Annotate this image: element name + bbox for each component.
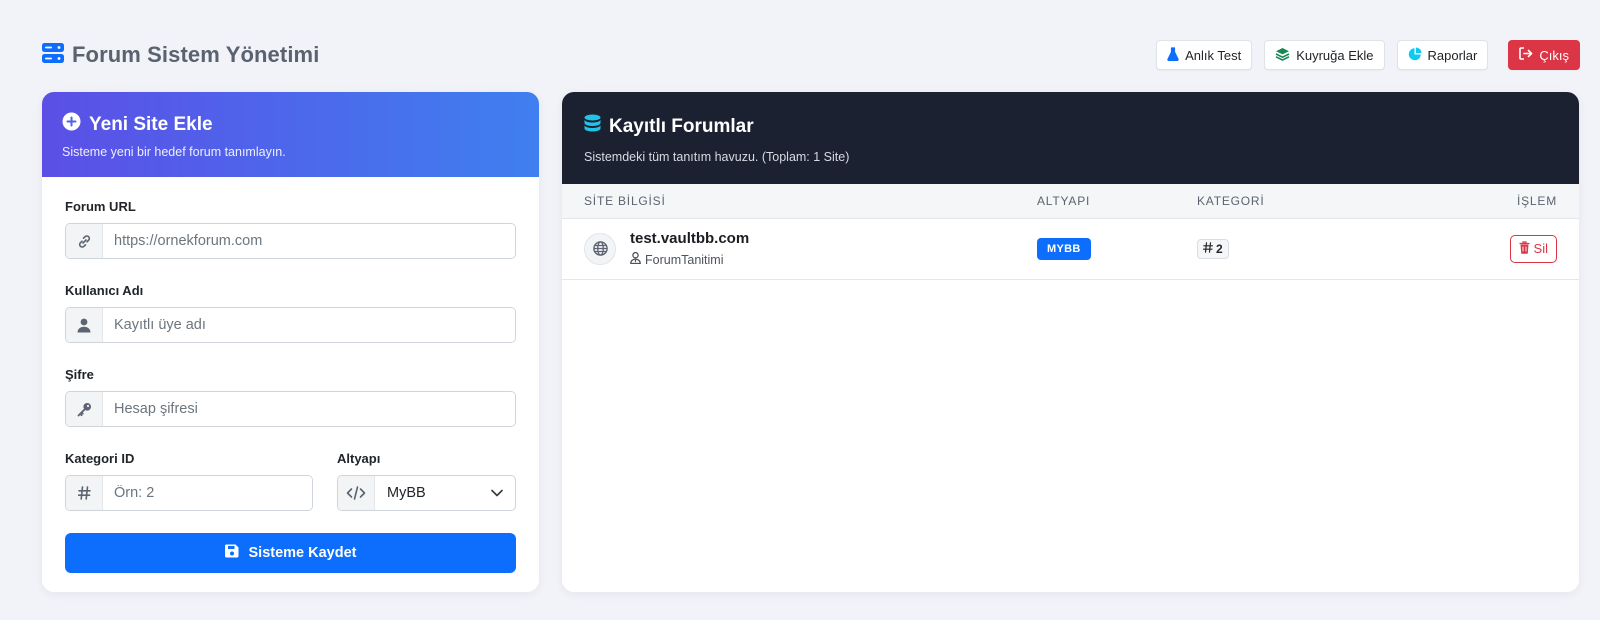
forums-subtitle: Sistemdeki tüm tanıtım havuzu. (Toplam: …: [584, 150, 850, 164]
column-category: KATEGORİ: [1197, 184, 1397, 219]
hashtag-icon: [66, 476, 103, 510]
table-row: test.vaultbb.com ForumTanitimi MYBB 2 Si…: [562, 218, 1579, 280]
forums-card: Kayıtlı Forumlar Sistemdeki tüm tanıtım …: [562, 92, 1579, 592]
brand: Forum Sistem Yönetimi: [42, 42, 319, 69]
flask-icon: [1167, 46, 1179, 64]
site-name: test.vaultbb.com: [630, 230, 750, 247]
logout-button[interactable]: Çıkış: [1508, 40, 1580, 70]
column-site-info: SİTE BİLGİSİ: [562, 184, 1037, 219]
category-input-group: [65, 475, 313, 511]
hashtag-icon: [1202, 241, 1213, 256]
delete-label: Sil: [1533, 241, 1548, 256]
reports-label: Raporlar: [1427, 47, 1478, 63]
password-label: Şifre: [65, 367, 94, 382]
instant-test-button[interactable]: Anlık Test: [1156, 40, 1253, 70]
save-label: Sisteme Kaydet: [248, 545, 357, 561]
link-icon: [66, 224, 103, 258]
delete-button[interactable]: Sil: [1509, 234, 1557, 263]
platform-col: Altyapı MyBB: [337, 451, 516, 533]
url-label: Forum URL: [65, 199, 136, 214]
save-button[interactable]: Sisteme Kaydet: [65, 533, 516, 573]
category-label: Kategori ID: [65, 451, 135, 466]
url-input-group: [65, 223, 516, 259]
user-icon: [66, 308, 103, 342]
category-col: Kategori ID: [65, 451, 313, 533]
site-text: test.vaultbb.com ForumTanitimi: [630, 230, 749, 267]
forum-url-input[interactable]: [103, 224, 515, 258]
add-to-queue-label: Kuyruğa Ekle: [1296, 47, 1374, 63]
header-actions: Anlık Test Kuyruğa Ekle Raporlar Çıkış: [1156, 40, 1580, 70]
forums-header: Kayıtlı Forumlar Sistemdeki tüm tanıtım …: [562, 92, 1579, 184]
floppy-disk-icon: [224, 544, 239, 562]
new-site-form: Forum URL Kullanıcı Adı Şifre: [42, 177, 539, 573]
table-header-row: SİTE BİLGİSİ ALTYAPI KATEGORİ İŞLEM: [562, 184, 1579, 219]
username-input[interactable]: [103, 308, 515, 342]
globe-icon: [584, 232, 616, 265]
platform-label: Altyapı: [337, 451, 381, 466]
username-input-group: [65, 307, 516, 343]
site-info-cell: test.vaultbb.com ForumTanitimi: [562, 218, 1037, 280]
add-to-queue-button[interactable]: Kuyruğa Ekle: [1264, 40, 1385, 70]
pie-chart-icon: [1408, 47, 1422, 64]
code-icon: [338, 476, 375, 510]
logout-label: Çıkış: [1539, 47, 1569, 63]
password-input[interactable]: [103, 392, 515, 426]
forums-table: SİTE BİLGİSİ ALTYAPI KATEGORİ İŞLEM test…: [562, 184, 1579, 280]
instant-test-label: Anlık Test: [1185, 47, 1242, 63]
key-icon: [66, 392, 103, 426]
server-icon: [42, 42, 64, 69]
app-header: Forum Sistem Yönetimi Anlık Test Kuyruğa…: [42, 40, 1580, 70]
platform-badge: MYBB: [1037, 237, 1091, 260]
new-site-subtitle: Sisteme yeni bir hedef forum tanımlayın.: [62, 145, 286, 159]
password-input-group: [65, 391, 516, 427]
reports-button[interactable]: Raporlar: [1396, 40, 1489, 70]
platform-select[interactable]: MyBB: [337, 475, 516, 511]
new-site-header: Yeni Site Ekle Sisteme yeni bir hedef fo…: [42, 92, 539, 177]
new-site-card: Yeni Site Ekle Sisteme yeni bir hedef fo…: [42, 92, 539, 592]
forums-title-row: Kayıtlı Forumlar: [584, 114, 1557, 140]
plus-circle-icon: [62, 112, 81, 137]
category-id-input[interactable]: [103, 476, 312, 510]
site-username: ForumTanitimi: [645, 252, 724, 267]
column-platform: ALTYAPI: [1037, 184, 1197, 219]
page-title: Forum Sistem Yönetimi: [72, 42, 320, 67]
trash-icon: [1519, 240, 1530, 257]
forums-title: Kayıtlı Forumlar: [609, 116, 754, 137]
chevron-down-icon: [491, 485, 503, 501]
action-cell: Sil: [1397, 218, 1579, 280]
new-site-title-row: Yeni Site Ekle: [62, 112, 519, 137]
category-badge: 2: [1197, 238, 1229, 259]
site-user: ForumTanitimi: [630, 251, 749, 267]
site-info: test.vaultbb.com ForumTanitimi: [584, 230, 1037, 267]
platform-select-value-wrap: MyBB: [375, 476, 515, 510]
username-label: Kullanıcı Adı: [65, 283, 144, 298]
layers-icon: [1275, 47, 1290, 64]
user-tie-icon: [630, 251, 641, 267]
database-icon: [584, 114, 601, 140]
platform-select-value: MyBB: [387, 485, 426, 501]
sign-out-icon: [1519, 47, 1533, 63]
platform-cell: MYBB: [1037, 218, 1197, 280]
category-platform-row: Kategori ID Altyapı: [65, 451, 516, 533]
column-action: İŞLEM: [1397, 184, 1579, 219]
category-cell: 2: [1197, 218, 1397, 280]
category-value: 2: [1216, 241, 1223, 256]
new-site-title: Yeni Site Ekle: [89, 113, 213, 135]
